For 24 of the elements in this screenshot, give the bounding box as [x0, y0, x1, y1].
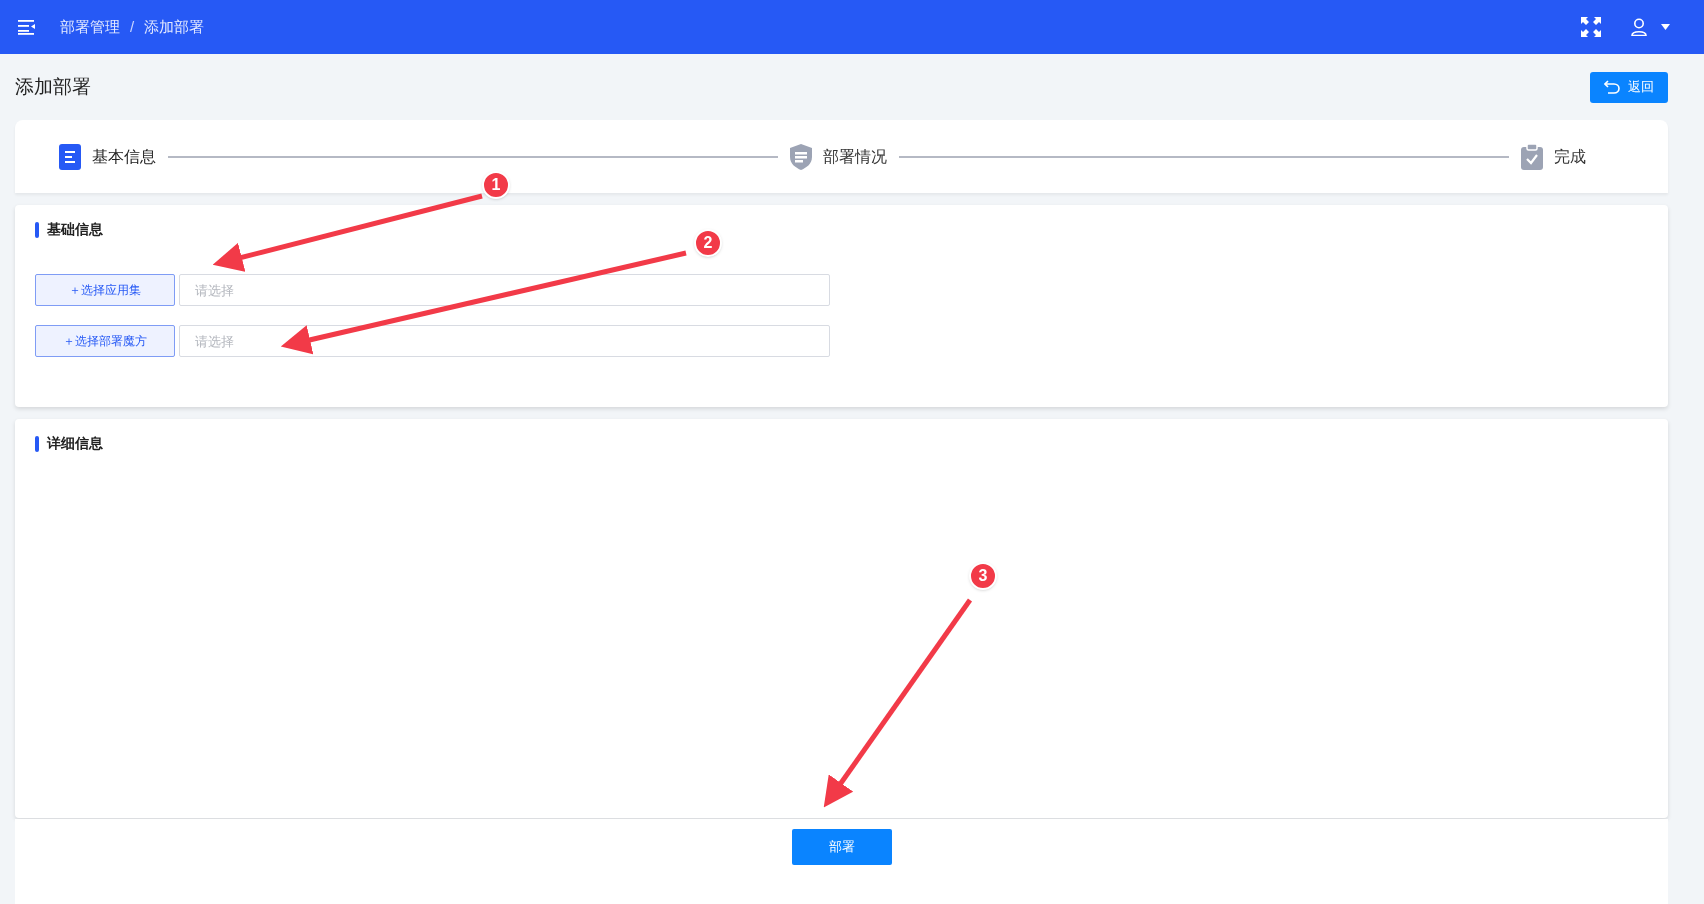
section-marker	[35, 221, 39, 238]
page-title: 添加部署	[15, 74, 91, 99]
user-icon	[1631, 18, 1647, 36]
breadcrumb-separator: /	[130, 16, 135, 37]
menu-icon[interactable]	[18, 19, 36, 35]
section-title: 基础信息	[47, 220, 103, 239]
breadcrumb-current: 添加部署	[144, 16, 205, 37]
fullscreen-icon[interactable]	[1581, 17, 1601, 37]
undo-icon	[1604, 80, 1620, 94]
select-button[interactable]: ＋选择部署魔方	[35, 325, 175, 357]
caret-icon	[1661, 24, 1670, 30]
annotation-badge: 1	[482, 171, 510, 199]
select-button[interactable]: ＋选择应用集	[35, 274, 175, 306]
step-label: 基本信息	[92, 146, 156, 167]
user-menu-button[interactable]	[1631, 18, 1670, 36]
back-button[interactable]: 返回	[1590, 71, 1668, 103]
section-title: 详细信息	[47, 434, 103, 453]
select-field[interactable]: 请选择	[179, 274, 830, 306]
deploy-button[interactable]: 部署	[791, 829, 892, 865]
breadcrumb-link[interactable]: 部署管理	[60, 15, 120, 39]
section-marker	[35, 435, 39, 452]
step-label: 完成	[1554, 146, 1586, 167]
select-field[interactable]: 请选择	[179, 325, 830, 357]
step-label: 部署情况	[823, 146, 887, 167]
